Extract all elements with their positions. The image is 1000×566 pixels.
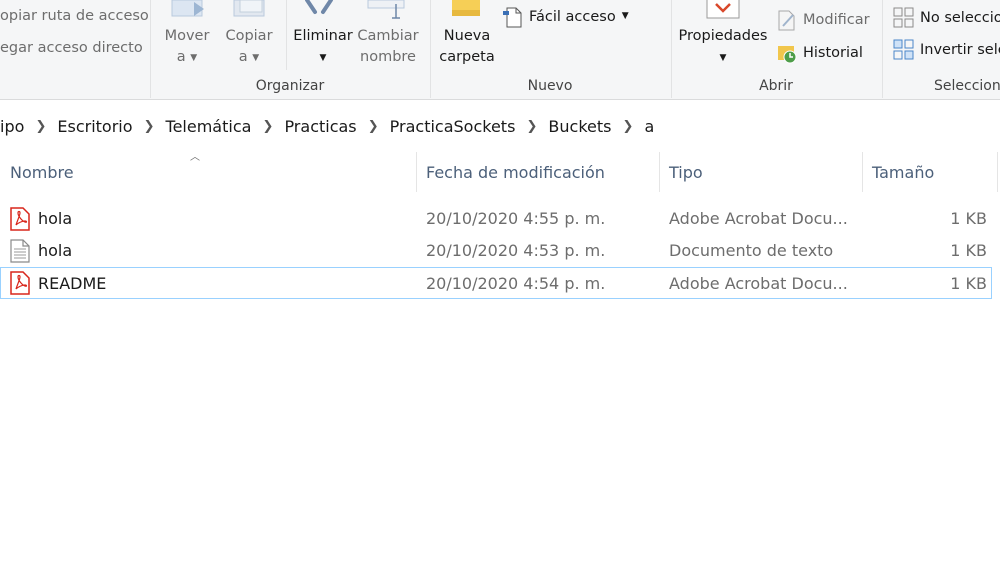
organize-group-label: Organizar [255, 78, 325, 94]
properties-icon [706, 0, 740, 19]
rename-label-2: nombre [360, 49, 416, 65]
invert-selection-label: Invertir sele [920, 41, 1000, 58]
paste-shortcut-label: egar acceso directo [0, 40, 143, 56]
file-row-selected[interactable]: README 20/10/2020 4:54 p. m. Adobe Acrob… [0, 267, 992, 299]
chevron-down-icon: ▼ [252, 53, 260, 63]
column-resize-handle[interactable] [997, 152, 998, 192]
chevron-right-icon[interactable]: ❯ [133, 119, 166, 134]
column-header-name-label: Nombre [10, 162, 74, 182]
breadcrumb-item[interactable]: PracticaSockets [390, 117, 516, 136]
open-group-label: Abrir [759, 78, 793, 94]
move-to-label: Mover [164, 28, 210, 44]
new-group-label: Nuevo [527, 78, 573, 94]
group-separator [286, 0, 287, 70]
edit-button[interactable]: Modificar [777, 9, 870, 31]
file-type: Adobe Acrobat Docu... [669, 273, 848, 293]
file-size: 1 KB [950, 208, 987, 228]
new-folder-icon [452, 0, 480, 16]
history-icon [778, 46, 797, 64]
column-header-size[interactable]: Tamaño [872, 152, 992, 192]
properties-button[interactable]: Propiedades ▼ [676, 26, 770, 70]
rename-button[interactable]: Cambiar nombre [356, 26, 420, 68]
select-none-icon [893, 7, 914, 28]
file-name: hola [38, 240, 73, 260]
copy-path-button[interactable]: opiar ruta de acceso [0, 8, 149, 24]
chevron-down-icon: ▼ [719, 53, 727, 63]
rename-icon [367, 0, 405, 19]
file-type: Adobe Acrobat Docu... [669, 208, 848, 228]
select-group-label: Seleccion [934, 78, 1000, 94]
chevron-down-icon: ▼ [190, 53, 198, 63]
copy-to-label-2: a [238, 49, 248, 65]
copy-to-label: Copiar [225, 28, 273, 44]
chevron-right-icon[interactable]: ❯ [251, 119, 284, 134]
breadcrumb-item[interactable]: Practicas [284, 117, 356, 136]
easy-access-label: Fácil acceso [529, 9, 616, 25]
column-header-type-label: Tipo [669, 162, 703, 182]
delete-button[interactable]: Eliminar ▼ [292, 26, 354, 70]
column-header-modified[interactable]: Fecha de modificación [426, 152, 656, 192]
group-separator [882, 0, 883, 98]
column-header-type[interactable]: Tipo [669, 152, 859, 192]
chevron-right-icon[interactable]: ❯ [357, 119, 390, 134]
breadcrumb-item[interactable]: Escritorio [57, 117, 132, 136]
file-modified: 20/10/2020 4:54 p. m. [426, 273, 606, 293]
easy-access-button[interactable]: Fácil acceso ▼ [503, 6, 629, 28]
move-to-icon [171, 0, 204, 17]
new-folder-label-2: carpeta [439, 49, 495, 65]
easy-access-icon [503, 7, 522, 28]
select-none-button[interactable]: No seleccio [893, 7, 1000, 28]
invert-selection-button[interactable]: Invertir sele [893, 39, 1000, 60]
rename-label: Cambiar [357, 28, 419, 44]
paste-shortcut-button[interactable]: egar acceso directo [0, 40, 143, 56]
file-row[interactable]: hola 20/10/2020 4:55 p. m. Adobe Acrobat… [0, 203, 992, 235]
history-label: Historial [803, 45, 863, 61]
properties-label: Propiedades [678, 28, 768, 44]
select-none-label: No seleccio [920, 9, 1000, 26]
file-size: 1 KB [950, 273, 987, 293]
breadcrumb-item[interactable]: Buckets [548, 117, 611, 136]
chevron-down-icon: ▼ [319, 53, 327, 63]
chevron-down-icon: ▼ [621, 11, 629, 21]
file-modified: 20/10/2020 4:55 p. m. [426, 208, 606, 228]
file-row[interactable]: hola 20/10/2020 4:53 p. m. Documento de … [0, 235, 992, 267]
breadcrumb: ipo ❯ Escritorio ❯ Telemática ❯ Practica… [0, 109, 1000, 143]
delete-x-icon [305, 0, 333, 14]
move-to-label-2: a [176, 49, 186, 65]
history-button[interactable]: Historial [777, 42, 863, 64]
breadcrumb-item[interactable]: ipo [0, 117, 24, 136]
column-header-name[interactable]: Nombre [10, 152, 410, 192]
ribbon: opiar ruta de acceso egar acceso directo… [0, 0, 1000, 100]
pdf-icon [10, 271, 30, 295]
edit-label: Modificar [803, 12, 870, 28]
invert-selection-icon [893, 39, 914, 60]
file-modified: 20/10/2020 4:53 p. m. [426, 240, 606, 260]
column-resize-handle[interactable] [416, 152, 417, 192]
delete-label: Eliminar [293, 28, 353, 44]
file-type: Documento de texto [669, 240, 834, 260]
column-resize-handle[interactable] [862, 152, 863, 192]
breadcrumb-item[interactable]: a [644, 117, 654, 136]
column-header-size-label: Tamaño [872, 162, 935, 182]
copy-path-label: opiar ruta de acceso [0, 8, 149, 24]
new-folder-button[interactable]: Nueva carpeta [436, 26, 498, 68]
new-folder-label: Nueva [443, 28, 491, 44]
copy-to-icon [233, 0, 265, 17]
file-name: hola [38, 208, 73, 228]
file-size: 1 KB [950, 240, 987, 260]
column-resize-handle[interactable] [659, 152, 660, 192]
chevron-right-icon[interactable]: ❯ [611, 119, 644, 134]
breadcrumb-item[interactable]: Telemática [166, 117, 252, 136]
chevron-right-icon[interactable]: ❯ [515, 119, 548, 134]
chevron-right-icon[interactable]: ❯ [24, 119, 57, 134]
pdf-icon [10, 207, 30, 231]
file-name: README [38, 273, 107, 293]
column-header-modified-label: Fecha de modificación [426, 162, 605, 182]
edit-icon [778, 10, 795, 31]
text-file-icon [10, 239, 30, 263]
move-to-button[interactable]: Mover a ▼ [160, 26, 214, 70]
copy-to-button[interactable]: Copiar a ▼ [222, 26, 276, 70]
